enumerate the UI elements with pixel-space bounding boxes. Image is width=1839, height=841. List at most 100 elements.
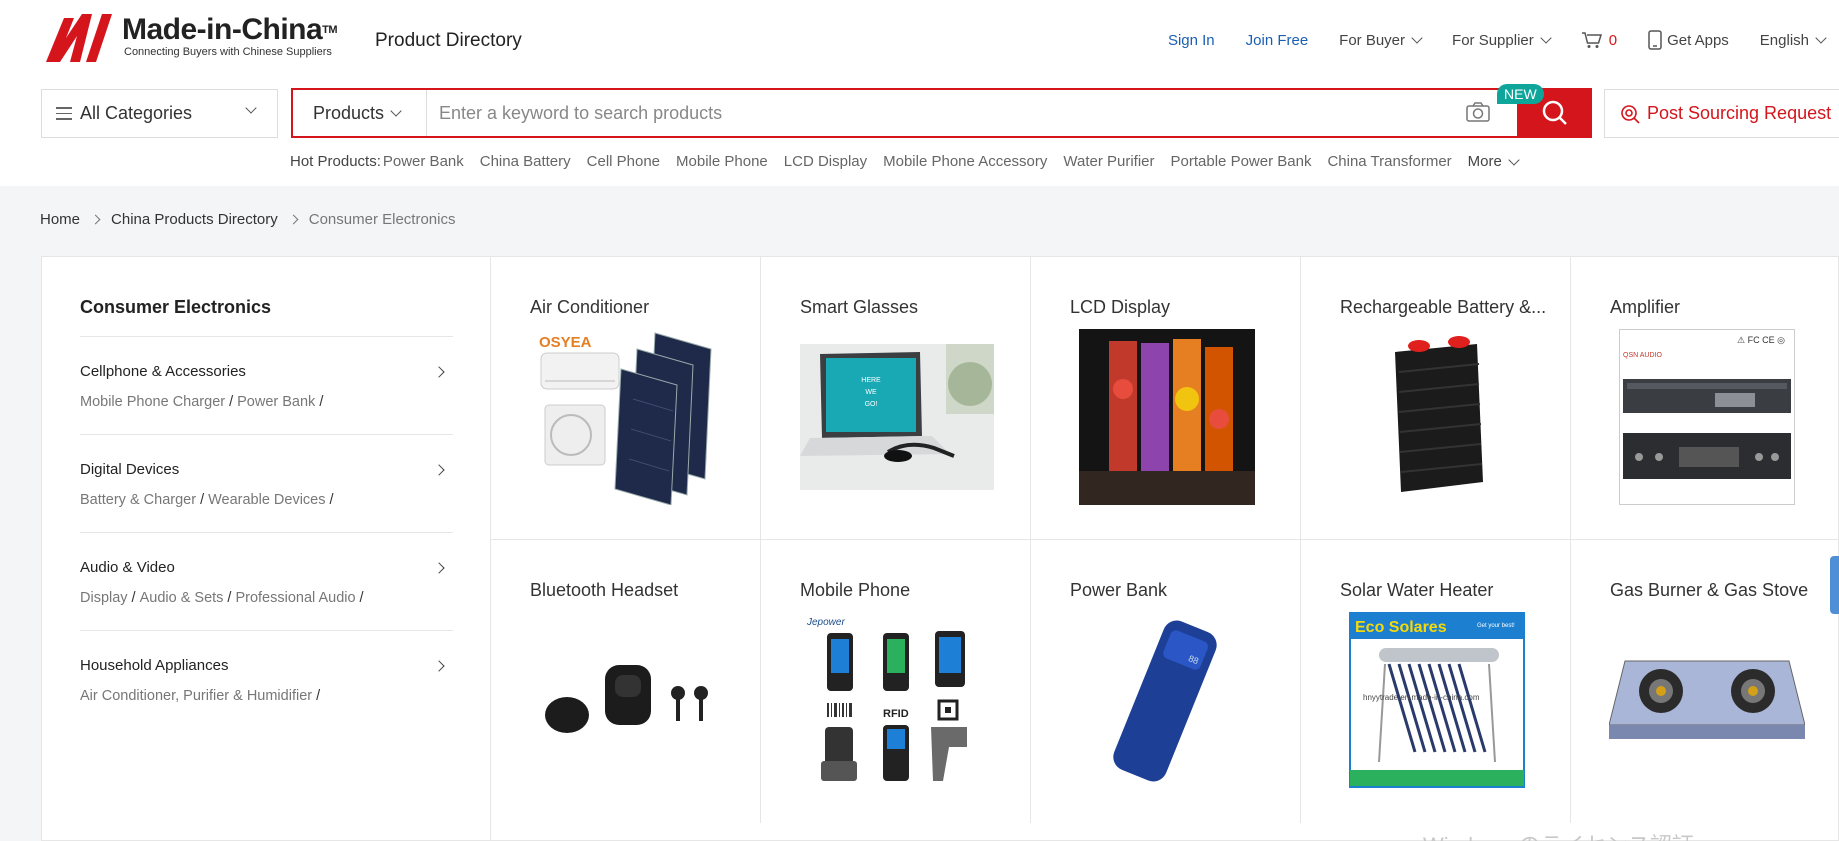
- mobile-phone-image: Jepower RFID: [797, 610, 997, 790]
- lcd-display-image: [1067, 327, 1267, 507]
- category-sidebar: Consumer Electronics Cellphone & Accesso…: [42, 257, 491, 840]
- search-type-dropdown[interactable]: Products: [293, 90, 427, 136]
- svg-text:WE: WE: [865, 389, 877, 396]
- chevron-down-icon: [1540, 32, 1552, 44]
- svg-text:GO!: GO!: [865, 401, 878, 408]
- subcategory-link[interactable]: Display: [80, 590, 128, 606]
- subcategory-link[interactable]: Air Conditioner, Purifier & Humidifier: [80, 688, 312, 704]
- subcategory-link[interactable]: Audio & Sets: [140, 590, 224, 606]
- bluetooth-headset-image: [527, 610, 727, 790]
- category-link[interactable]: Household Appliances: [80, 657, 453, 674]
- badge-text: Get your best!: [1477, 623, 1515, 629]
- subcategory-link[interactable]: Power Bank: [237, 394, 315, 410]
- subcategory-link[interactable]: Wearable Devices: [208, 492, 325, 508]
- mobile-device-icon: [1648, 30, 1662, 50]
- hot-product-link[interactable]: Mobile Phone: [676, 153, 768, 170]
- air-conditioner-image: OSYEA: [527, 327, 727, 507]
- battery-image: [1337, 327, 1537, 507]
- more-hot-products-button[interactable]: More: [1467, 153, 1520, 170]
- product-card[interactable]: Air Conditioner OSYEA: [491, 257, 761, 540]
- product-label: Mobile Phone: [800, 580, 911, 600]
- product-label: Bluetooth Headset: [530, 580, 679, 600]
- hot-product-link[interactable]: Cell Phone: [587, 153, 660, 170]
- category-link[interactable]: Audio & Video: [80, 559, 453, 576]
- side-scroll-tab[interactable]: [1830, 556, 1839, 614]
- for-supplier-menu[interactable]: For Supplier: [1452, 32, 1552, 49]
- product-card[interactable]: LCD Display: [1031, 257, 1301, 540]
- category-link[interactable]: Digital Devices: [80, 461, 453, 478]
- new-badge: NEW: [1497, 84, 1544, 104]
- category-group: Household Appliances Air Conditioner, Pu…: [80, 631, 453, 728]
- section-title: Product Directory: [375, 30, 522, 51]
- brand-name: Made-in-China: [122, 13, 323, 46]
- product-card[interactable]: Smart Glasses HERE WE GO!: [761, 257, 1031, 540]
- sourcing-request-icon: [1621, 104, 1640, 124]
- subcategory-link[interactable]: Battery & Charger: [80, 492, 196, 508]
- language-selector[interactable]: English: [1759, 31, 1827, 49]
- hot-product-link[interactable]: Power Bank: [383, 153, 464, 170]
- trademark: TM: [322, 24, 338, 36]
- smart-glasses-image: HERE WE GO!: [797, 327, 997, 507]
- hot-product-link[interactable]: Portable Power Bank: [1171, 153, 1312, 170]
- chevron-down-icon: [1815, 32, 1827, 44]
- hot-product-link[interactable]: China Battery: [480, 153, 571, 170]
- product-label: LCD Display: [1070, 297, 1171, 317]
- category-link[interactable]: Cellphone & Accessories: [80, 363, 453, 380]
- sidebar-title: Consumer Electronics: [80, 297, 453, 337]
- brand-text: Eco Solares: [1355, 619, 1447, 636]
- category-group: Digital Devices Battery & Charger / Wearab…: [80, 435, 453, 533]
- cart-icon: [1581, 32, 1602, 48]
- for-buyer-menu[interactable]: For Buyer: [1339, 32, 1423, 49]
- chevron-down-icon: [1411, 32, 1423, 44]
- hot-products-label: Hot Products:: [290, 153, 381, 170]
- product-label: Rechargeable Battery &...: [1340, 297, 1547, 317]
- subcategory-link[interactable]: Professional Audio: [235, 590, 355, 606]
- chevron-right-icon: [90, 214, 101, 225]
- breadcrumb-current: Consumer Electronics: [308, 211, 456, 228]
- sign-in-link[interactable]: Sign In: [1168, 32, 1215, 49]
- category-group: Audio & Video Display / Audio & Sets / Profe…: [80, 533, 453, 631]
- all-categories-dropdown[interactable]: All Categories: [41, 89, 278, 138]
- chevron-down-icon: [1508, 153, 1520, 166]
- product-card[interactable]: Mobile Phone Jepower RFID: [761, 540, 1031, 823]
- power-bank-image: 88: [1067, 610, 1267, 790]
- breadcrumb-home[interactable]: Home: [40, 211, 80, 228]
- gas-stove-image: [1607, 610, 1807, 790]
- hot-product-link[interactable]: Mobile Phone Accessory: [883, 153, 1047, 170]
- svg-text:⚠ FC CE ◎: ⚠ FC CE ◎: [1737, 335, 1785, 345]
- get-apps-link[interactable]: Get Apps: [1648, 30, 1729, 50]
- post-sourcing-request-button[interactable]: Post Sourcing Request: [1604, 89, 1839, 138]
- rfid-text: RFID: [883, 708, 909, 720]
- language-label: English: [1759, 31, 1809, 49]
- search-input[interactable]: [427, 90, 1518, 136]
- product-card[interactable]: Power Bank 88: [1031, 540, 1301, 823]
- site-logo[interactable]: Made-in-ChinaTM Connecting Buyers with C…: [46, 8, 356, 64]
- category-panel: Consumer Electronics Cellphone & Accesso…: [41, 256, 1839, 841]
- all-categories-label: All Categories: [80, 103, 193, 123]
- join-free-link[interactable]: Join Free: [1246, 32, 1309, 49]
- product-label: Solar Water Heater: [1340, 580, 1494, 600]
- search-type-label: Products: [313, 102, 385, 123]
- hot-product-link[interactable]: Water Purifier: [1063, 153, 1154, 170]
- product-card[interactable]: Gas Burner & Gas Stove: [1571, 540, 1839, 823]
- cart-link[interactable]: 0: [1581, 31, 1617, 49]
- product-card[interactable]: Bluetooth Headset: [491, 540, 761, 823]
- product-label: Amplifier: [1610, 297, 1681, 317]
- product-grid: Air Conditioner OSYEA Smart Glasses HERE…: [491, 257, 1839, 840]
- get-apps-label: Get Apps: [1667, 31, 1729, 49]
- site-header: Made-in-ChinaTM Connecting Buyers with C…: [0, 0, 1839, 186]
- breadcrumb-directory[interactable]: China Products Directory: [111, 211, 278, 228]
- category-group: Cellphone & Accessories Mobile Phone Cha…: [80, 337, 453, 435]
- product-card[interactable]: Rechargeable Battery &...: [1301, 257, 1571, 540]
- product-label: Air Conditioner: [530, 297, 650, 317]
- hot-product-link[interactable]: China Transformer: [1327, 153, 1451, 170]
- camera-icon[interactable]: [1465, 100, 1491, 124]
- product-card[interactable]: Solar Water Heater Eco Solares Get your …: [1301, 540, 1571, 823]
- menu-icon: [56, 103, 72, 124]
- hot-products-bar: Hot Products: Power Bank China Battery C…: [290, 153, 1520, 170]
- more-label: More: [1467, 153, 1502, 170]
- brand-tagline: Connecting Buyers with Chinese Suppliers: [124, 46, 332, 58]
- hot-product-link[interactable]: LCD Display: [784, 153, 867, 170]
- subcategory-link[interactable]: Mobile Phone Charger: [80, 394, 225, 410]
- product-card[interactable]: Amplifier QSN AUDIO ⚠ FC CE ◎: [1571, 257, 1839, 540]
